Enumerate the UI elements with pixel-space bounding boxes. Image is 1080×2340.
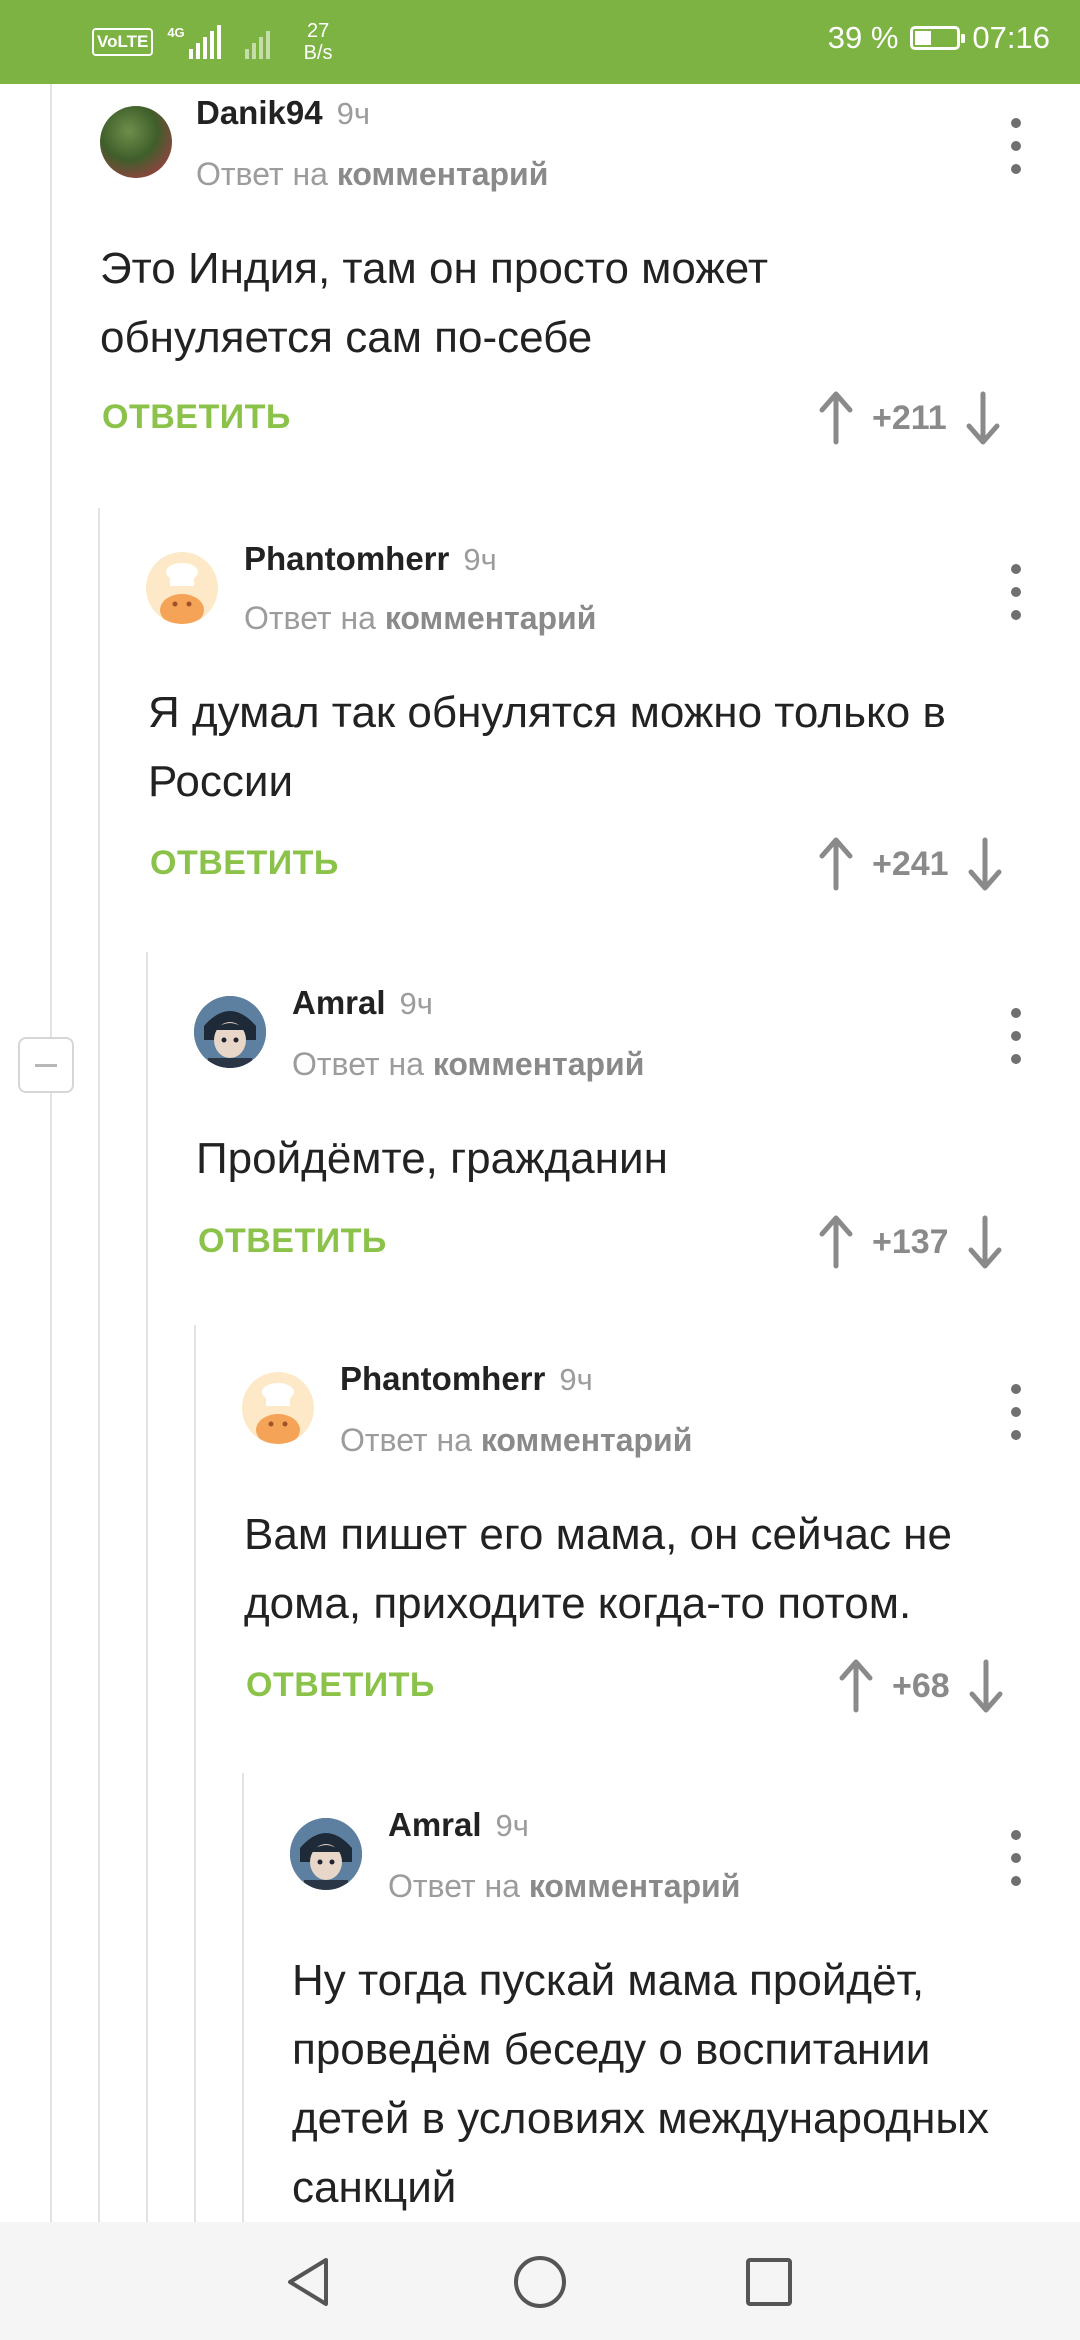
comment-score: +137 (872, 1222, 949, 1261)
comment-author[interactable]: Danik94 9ч (196, 94, 370, 132)
reply-button[interactable]: ОТВЕТИТЬ (150, 844, 339, 883)
signal-strength-secondary-icon (244, 25, 270, 59)
comment-body: Пройдёмте, гражданин (196, 1134, 668, 1183)
thread-line-level-3 (146, 952, 148, 2222)
downvote-arrow-icon[interactable] (965, 1214, 1005, 1270)
upvote-arrow-icon[interactable] (836, 1658, 876, 1714)
comment-time: 9ч (399, 986, 433, 1021)
comment-author[interactable]: Amral 9ч (292, 984, 433, 1022)
comment-time: 9ч (463, 542, 497, 577)
comment-time: 9ч (559, 1362, 593, 1397)
reply-button[interactable]: ОТВЕТИТЬ (198, 1222, 387, 1261)
home-icon[interactable] (512, 2254, 568, 2310)
comment-score: +68 (892, 1666, 950, 1705)
comment-time: 9ч (336, 96, 370, 131)
comment-author[interactable]: Amral 9ч (388, 1806, 529, 1844)
system-navigation-bar (0, 2222, 1080, 2340)
comment-time: 9ч (495, 1808, 529, 1843)
reply-button[interactable]: ОТВЕТИТЬ (102, 398, 291, 437)
reply-button[interactable]: ОТВЕТИТЬ (246, 1666, 435, 1705)
avatar[interactable] (194, 996, 266, 1068)
avatar[interactable] (100, 106, 172, 178)
reply-to-link[interactable]: Ответ на комментарий (388, 1868, 740, 1905)
comment-author[interactable]: Phantomherr 9ч (340, 1360, 593, 1398)
upvote-arrow-icon[interactable] (816, 836, 856, 892)
comment-score: +241 (872, 844, 949, 883)
battery-icon (910, 26, 966, 50)
reply-to-link[interactable]: Ответ на комментарий (244, 600, 596, 637)
comment-author[interactable]: Phantomherr 9ч (244, 540, 497, 578)
avatar[interactable] (242, 1372, 314, 1444)
downvote-arrow-icon[interactable] (965, 836, 1005, 892)
upvote-arrow-icon[interactable] (816, 390, 856, 446)
comment-body: Это Индия, там он просто может обнуляетс… (100, 244, 768, 362)
avatar[interactable] (290, 1818, 362, 1890)
more-options-icon[interactable] (1004, 1008, 1028, 1064)
avatar[interactable] (146, 552, 218, 624)
thread-line-level-2 (98, 508, 100, 2222)
reply-to-link[interactable]: Ответ на комментарий (340, 1422, 692, 1459)
thread-line-level-4 (194, 1325, 196, 2222)
back-icon[interactable] (282, 2254, 334, 2310)
thread-line-level-5 (242, 1773, 244, 2222)
comment-score: +211 (872, 398, 947, 437)
clock: 07:16 (972, 20, 1050, 55)
reply-to-link[interactable]: Ответ на комментарий (196, 156, 548, 193)
downvote-arrow-icon[interactable] (966, 1658, 1006, 1714)
reply-to-link[interactable]: Ответ на комментарий (292, 1046, 644, 1083)
more-options-icon[interactable] (1004, 1830, 1028, 1886)
comment-body: Вам пишет его мама, он сейчас не дома, п… (244, 1510, 952, 1628)
more-options-icon[interactable] (1004, 118, 1028, 174)
more-options-icon[interactable] (1004, 1384, 1028, 1440)
comment-body: Я думал так обнулятся можно только в Рос… (148, 688, 946, 806)
upvote-arrow-icon[interactable] (816, 1214, 856, 1270)
signal-strength-icon (188, 25, 221, 59)
network-type: 4G (167, 24, 185, 40)
volte-icon: VoLTE (92, 28, 154, 56)
comment-body: Ну тогда пускай мама пройдёт, проведём б… (292, 1956, 990, 2212)
thread-line-level-1 (50, 84, 52, 2222)
recent-apps-icon[interactable] (744, 2254, 794, 2310)
downvote-arrow-icon[interactable] (963, 390, 1003, 446)
status-bar: VoLTE 4G 27 B/s 39 % 07:16 (0, 0, 1080, 84)
more-options-icon[interactable] (1004, 564, 1028, 620)
battery-percent: 39 % (827, 20, 899, 55)
collapse-thread-button[interactable] (18, 1037, 74, 1093)
network-speed: 27 B/s (303, 20, 333, 64)
